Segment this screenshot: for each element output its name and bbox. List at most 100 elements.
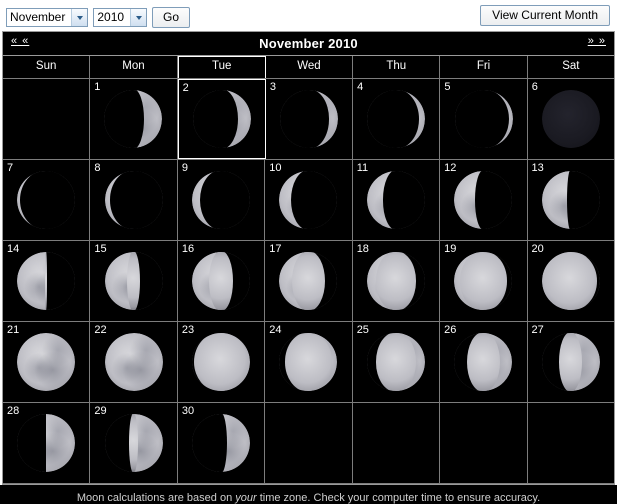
moon-phase-waxing-crescent-thinner-icon: [104, 171, 163, 229]
moon-phase-waning-near-last-quarter-icon: [104, 414, 163, 472]
calendar-day-cell[interactable]: 4: [353, 79, 441, 159]
day-number: 27: [531, 324, 544, 336]
moon-phase-waxing-crescent-fatter-icon: [454, 171, 513, 229]
moon-disc: [104, 333, 163, 391]
day-number: 10: [269, 162, 282, 174]
next-month-link[interactable]: » »: [588, 35, 606, 47]
moon-phase-waning-crescent-fat-icon: [104, 90, 163, 148]
calendar-day-cell[interactable]: 6: [527, 79, 614, 159]
moon-phase-full-icon: [17, 333, 76, 391]
day-number: 28: [7, 405, 20, 417]
calendar-day-cell[interactable]: 22: [90, 322, 178, 402]
chevron-down-icon[interactable]: [71, 9, 88, 26]
day-number: 16: [181, 243, 195, 255]
calendar-day-cell[interactable]: 12: [440, 160, 528, 240]
calendar-day-cell[interactable]: 19: [440, 241, 528, 321]
moon-phase-waning-gibbous-larger-icon: [366, 333, 425, 391]
moon-disc: [17, 333, 76, 391]
month-select[interactable]: November: [6, 8, 89, 27]
moon-image: [266, 79, 352, 159]
moon-image: [3, 160, 89, 240]
moon-phase-waning-crescent-thinnest-icon: [454, 90, 513, 148]
toolbar: November 2010 Go View Current Month: [0, 0, 617, 31]
moon-phase-waning-crescent-icon: [192, 90, 251, 148]
calendar-day-cell[interactable]: 2: [177, 79, 266, 159]
day-number: 25: [356, 324, 369, 336]
calendar-weeks: 1 2 3 4 5 6 7 8 9 10 11 12 13 14 15 16 17 18 19 20 21 22 23 24 2…: [3, 79, 614, 484]
day-header-thu: Thu: [353, 56, 441, 78]
previous-month-link[interactable]: « «: [11, 35, 29, 47]
day-number: 18: [356, 243, 369, 255]
chevron-down-icon[interactable]: [130, 9, 147, 26]
year-select-value: 2010: [97, 10, 125, 24]
day-number: 4: [357, 81, 364, 93]
moon-phase-waning-gibbous-near-full-icon: [279, 333, 338, 391]
calendar-empty-cell: [527, 403, 614, 483]
moon-phase-full-icon: [104, 333, 163, 391]
moon-phase-waxing-near-first-quarter-icon: [541, 171, 600, 229]
day-of-week-header-row: Sun Mon Tue Wed Thu Fri Sat: [3, 56, 614, 79]
footer-line1-after: time zone. Check your computer time to e…: [256, 492, 541, 504]
view-current-month-button[interactable]: View Current Month: [480, 5, 610, 26]
day-number: 17: [269, 243, 282, 255]
day-number: 12: [444, 162, 457, 174]
moon-image: [353, 79, 439, 159]
calendar-day-cell[interactable]: 14: [3, 241, 91, 321]
moon-phase-waxing-gibbous-larger-icon: [366, 252, 425, 310]
day-header-fri: Fri: [440, 56, 528, 78]
calendar-day-cell[interactable]: 1: [90, 79, 178, 159]
calendar-day-cell[interactable]: 29: [90, 403, 178, 483]
calendar-day-cell[interactable]: 13: [527, 160, 614, 240]
moon-phase-first-quarter-icon: [17, 252, 76, 310]
calendar-week-row: 21 22 23 24 25 26 27: [3, 322, 614, 403]
moon-phase-waxing-crescent-icon: [279, 171, 338, 229]
calendar-day-cell[interactable]: 5: [440, 79, 528, 159]
moon-phase-waning-crescent-thin-icon: [279, 90, 338, 148]
day-number: 11: [356, 162, 369, 174]
calendar-day-cell[interactable]: 27: [527, 322, 614, 402]
footer-line1-before: Moon calculations are based on: [76, 492, 236, 504]
calendar-day-cell[interactable]: 18: [352, 241, 441, 321]
calendar-day-cell[interactable]: 26: [440, 322, 528, 402]
calendar-title: November 2010: [259, 36, 358, 51]
calendar-day-cell[interactable]: 9: [177, 160, 266, 240]
moon-phase-waning-gibbous-nearly-full-icon: [192, 333, 251, 391]
day-number: 20: [531, 243, 544, 255]
day-number: 21: [7, 324, 20, 336]
calendar-week-row: 1 2 3 4 5 6: [3, 79, 614, 160]
calendar-day-cell[interactable]: 15: [90, 241, 178, 321]
day-number: 14: [7, 243, 20, 255]
moon-phase-waning-gibbous-icon: [541, 333, 600, 391]
calendar-day-cell[interactable]: 25: [352, 322, 441, 402]
calendar-day-cell[interactable]: 21: [3, 322, 91, 402]
calendar-day-cell[interactable]: 10: [265, 160, 353, 240]
calendar-day-cell[interactable]: 7: [3, 160, 91, 240]
day-number: 29: [94, 405, 107, 417]
calendar-day-cell[interactable]: 20: [527, 241, 614, 321]
go-button[interactable]: Go: [152, 7, 191, 28]
toolbar-right-group: View Current Month: [480, 5, 610, 26]
calendar-day-cell[interactable]: 17: [265, 241, 353, 321]
day-number: 19: [444, 243, 457, 255]
month-select-value: November: [10, 10, 66, 24]
moon-phase-waxing-crescent-thinnest-icon: [17, 171, 76, 229]
calendar-empty-cell: [265, 403, 353, 483]
day-number: 30: [181, 405, 195, 417]
day-header-mon: Mon: [90, 56, 178, 78]
calendar-empty-cell: [3, 79, 91, 159]
calendar-day-cell[interactable]: 30: [177, 403, 266, 483]
calendar-day-cell[interactable]: 28: [3, 403, 91, 483]
calendar-day-cell[interactable]: 24: [265, 322, 353, 402]
calendar-day-cell[interactable]: 8: [90, 160, 178, 240]
footer: Moon calculations are based on your time…: [0, 485, 617, 504]
moon-image: [528, 79, 614, 159]
calendar-day-cell[interactable]: 3: [265, 79, 354, 159]
year-select[interactable]: 2010: [93, 8, 148, 27]
moon-phase-waxing-crescent-thin-icon: [192, 171, 251, 229]
calendar-day-cell[interactable]: 11: [352, 160, 441, 240]
calendar-day-cell[interactable]: 23: [177, 322, 266, 402]
calendar-empty-cell: [352, 403, 441, 483]
calendar-week-row: 7 8 9 10 11 12 13: [3, 160, 614, 241]
moon-image: [90, 160, 176, 240]
calendar-day-cell[interactable]: 16: [177, 241, 266, 321]
